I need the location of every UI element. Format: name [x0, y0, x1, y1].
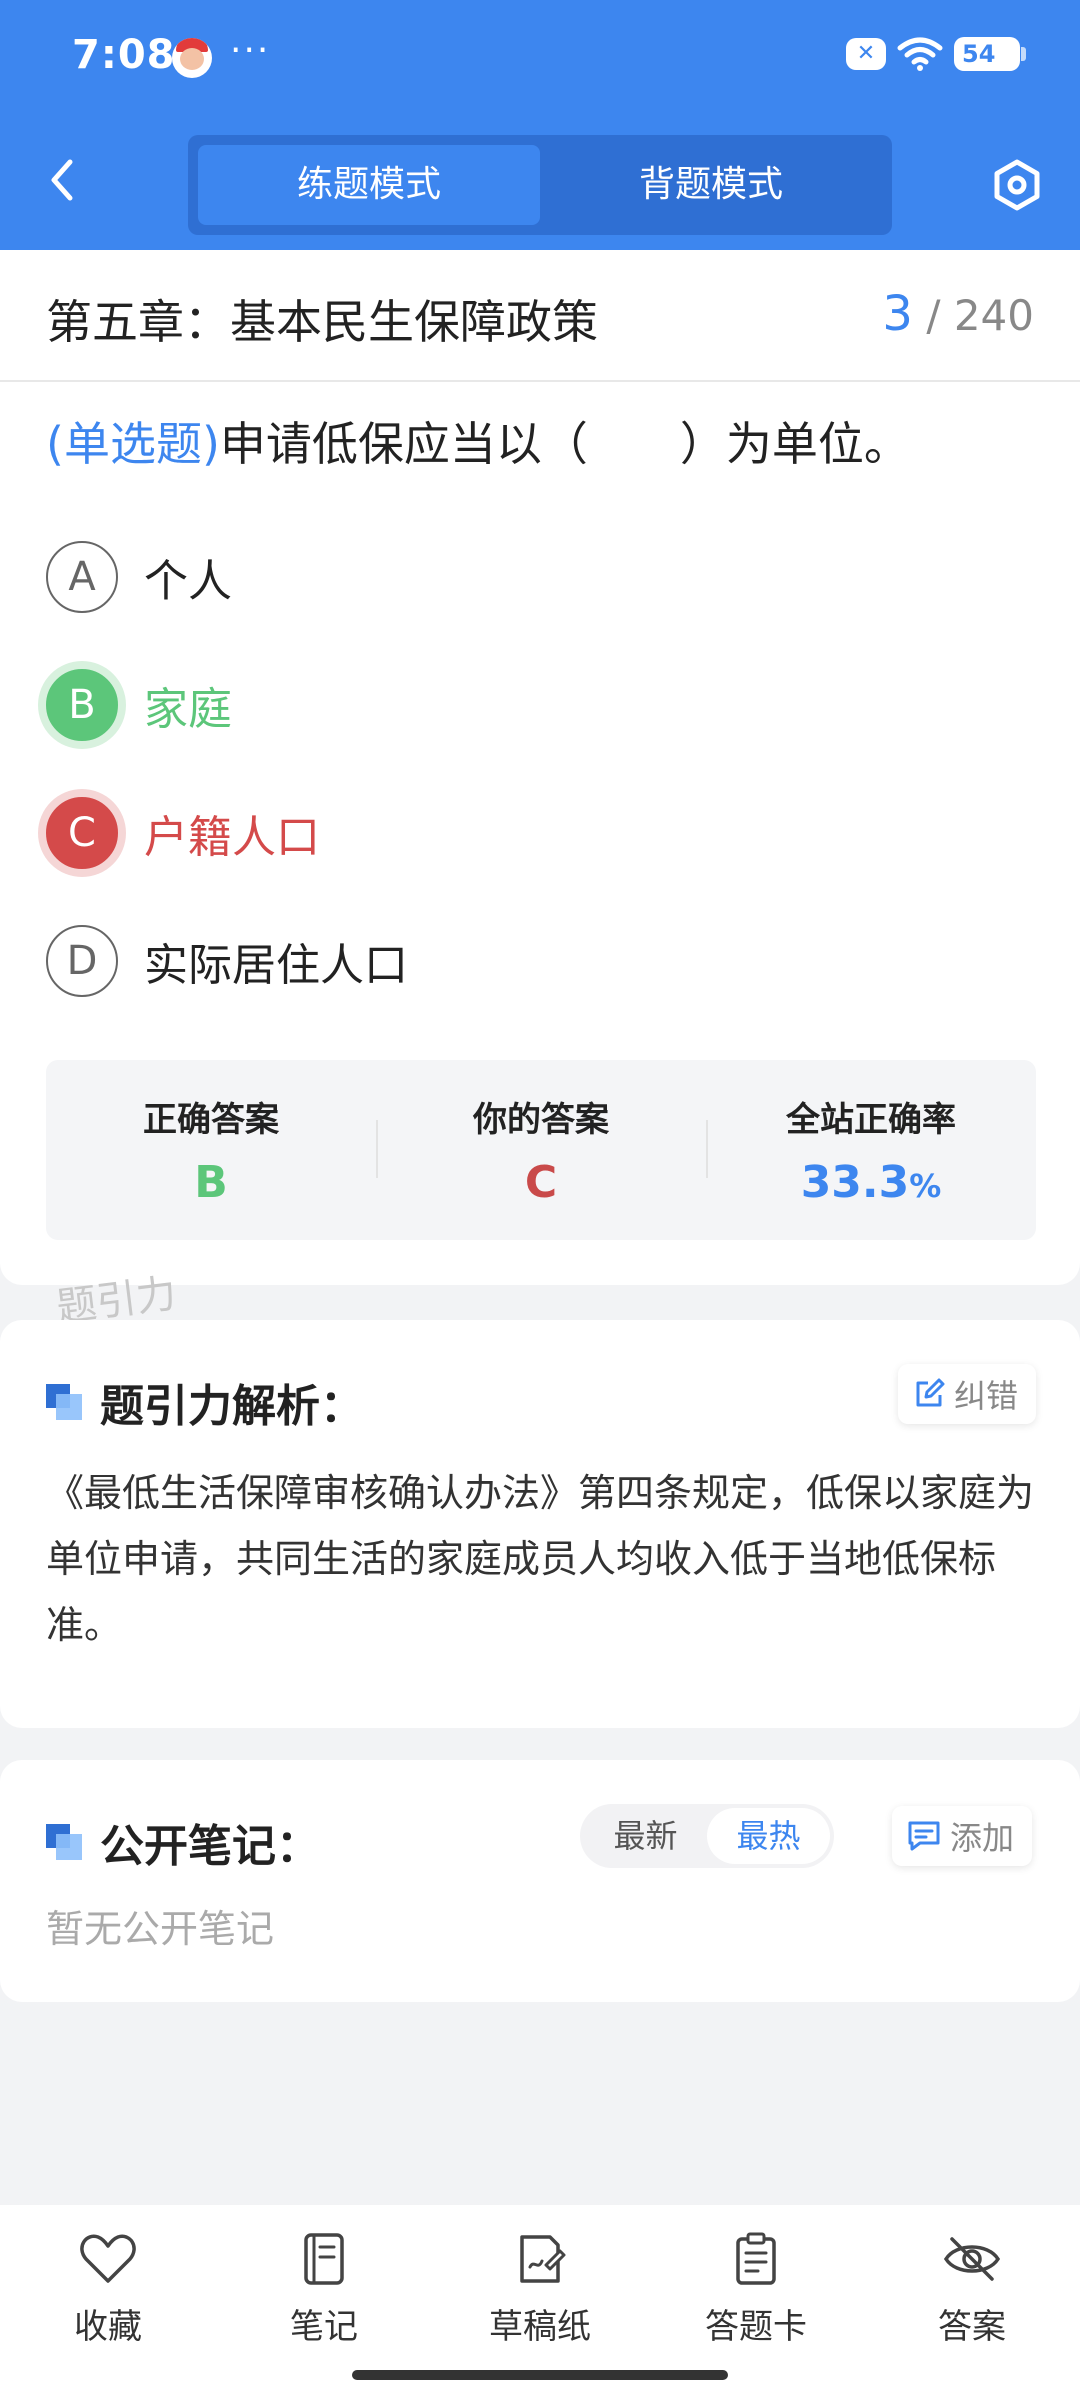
nav-answer-sheet[interactable]: 答题卡 [666, 2231, 846, 2348]
notes-title-text: 公开笔记： [100, 1821, 320, 1872]
option-letter: B [46, 669, 118, 741]
tab-practice-mode[interactable]: 练题模式 [198, 145, 540, 225]
home-indicator[interactable] [352, 2370, 728, 2380]
question-stem: 申请低保应当以（ ）为单位。 [219, 417, 910, 471]
draft-paper-icon [520, 2235, 566, 2283]
section-square-icon [46, 1824, 82, 1860]
report-error-button[interactable]: 纠错 [898, 1364, 1037, 1424]
option-text: 家庭 [144, 684, 232, 735]
answer-sheet-icon [736, 2232, 776, 2285]
option-text: 实际居住人口 [144, 940, 408, 991]
option-a[interactable]: A 个人 [46, 540, 232, 614]
report-error-label: 纠错 [954, 1377, 1019, 1415]
eye-off-icon [943, 2237, 1001, 2281]
status-bar: 7:08 ··· ✕ 54 [72, 30, 1026, 86]
correct-answer-value: B [194, 1157, 228, 1208]
mode-switch: 练题模式 背题模式 [188, 135, 892, 235]
site-accuracy-unit: % [909, 1167, 942, 1205]
nav-label: 答题卡 [705, 2307, 807, 2347]
notes-sort-toggle: 最新 最热 [580, 1804, 834, 1868]
option-d[interactable]: D 实际居住人口 [46, 924, 408, 998]
analysis-card: 题引力解析： 纠错 《最低生活保障审核确认办法》第四条规定，低保以家庭为单位申请… [0, 1320, 1080, 1728]
question-type: (单选题) [46, 417, 220, 471]
mute-icon: ✕ [846, 38, 886, 70]
analysis-title-text: 题引力解析： [100, 1381, 364, 1432]
chapter-title: 第五章：基本民生保障政策 [46, 295, 598, 349]
nav-label: 收藏 [74, 2307, 142, 2347]
notebook-icon [304, 2233, 344, 2285]
option-letter: C [46, 797, 118, 869]
app-notification-icon [172, 38, 212, 78]
status-time: 7:08 [72, 32, 176, 78]
add-note-label: 添加 [950, 1819, 1015, 1857]
current-question-number: 3 [882, 286, 913, 342]
correct-answer-label: 正确答案 [143, 1100, 279, 1140]
back-arrow-icon[interactable] [40, 152, 84, 208]
site-accuracy-value: 33.3% [706, 1157, 1036, 1208]
settings-icon[interactable] [990, 158, 1044, 212]
divider [0, 380, 1080, 382]
option-c[interactable]: C 户籍人口 [46, 796, 320, 870]
nav-answer[interactable]: 答案 [882, 2231, 1062, 2348]
option-letter: A [46, 541, 118, 613]
notes-title: 公开笔记： [46, 1810, 320, 1874]
more-notifications-icon: ··· [230, 30, 271, 71]
sort-hottest[interactable]: 最热 [707, 1808, 830, 1864]
status-indicators: ✕ 54 [846, 36, 1026, 72]
battery-indicator: 54 [954, 37, 1026, 71]
question-text: (单选题)申请低保应当以（ ）为单位。 [46, 408, 910, 474]
option-text: 个人 [144, 556, 232, 607]
nav-favorite[interactable]: 收藏 [18, 2231, 198, 2348]
nav-draft[interactable]: 草稿纸 [450, 2231, 630, 2348]
top-bar: 7:08 ··· ✕ 54 练题模式 背题模式 [0, 0, 1080, 250]
comment-icon [908, 1821, 940, 1851]
nav-notes[interactable]: 笔记 [234, 2231, 414, 2348]
question-card: 第五章：基本民生保障政策 3 / 240 (单选题)申请低保应当以（ ）为单位。… [0, 250, 1080, 1285]
site-accuracy-label: 全站正确率 [786, 1100, 956, 1140]
nav-label: 笔记 [290, 2307, 358, 2347]
analysis-text: 《最低生活保障审核确认办法》第四条规定，低保以家庭为单位申请，共同生活的家庭成员… [46, 1471, 1035, 1647]
notes-card: 公开笔记： 最新 最热 添加 暂无公开笔记 [0, 1760, 1080, 2002]
your-answer-value: C [524, 1157, 558, 1208]
analysis-title: 题引力解析： [46, 1370, 364, 1434]
option-b[interactable]: B 家庭 [46, 668, 232, 742]
correct-answer-stat: 正确答案 B [46, 1060, 376, 1240]
nav-label: 草稿纸 [489, 2307, 591, 2347]
option-letter: D [46, 925, 118, 997]
wifi-icon [897, 37, 943, 71]
site-accuracy-number: 33.3 [800, 1157, 910, 1208]
option-text: 户籍人口 [144, 812, 320, 863]
edit-icon [916, 1378, 945, 1407]
sort-latest[interactable]: 最新 [584, 1808, 707, 1864]
empty-notes-text: 暂无公开笔记 [46, 1907, 275, 1951]
section-square-icon [46, 1384, 82, 1420]
question-counter: 3 / 240 [882, 286, 1034, 342]
answer-stats: 正确答案 B 你的答案 C 全站正确率 33.3% [46, 1060, 1036, 1240]
your-answer-stat: 你的答案 C [376, 1060, 706, 1240]
site-accuracy-stat: 全站正确率 33.3% [706, 1060, 1036, 1240]
total-questions: / 240 [926, 291, 1034, 340]
add-note-button[interactable]: 添加 [892, 1806, 1033, 1866]
nav-label: 答案 [938, 2307, 1006, 2347]
your-answer-label: 你的答案 [473, 1100, 609, 1140]
tab-memorize-mode[interactable]: 背题模式 [540, 145, 882, 225]
heart-icon [80, 2234, 136, 2283]
